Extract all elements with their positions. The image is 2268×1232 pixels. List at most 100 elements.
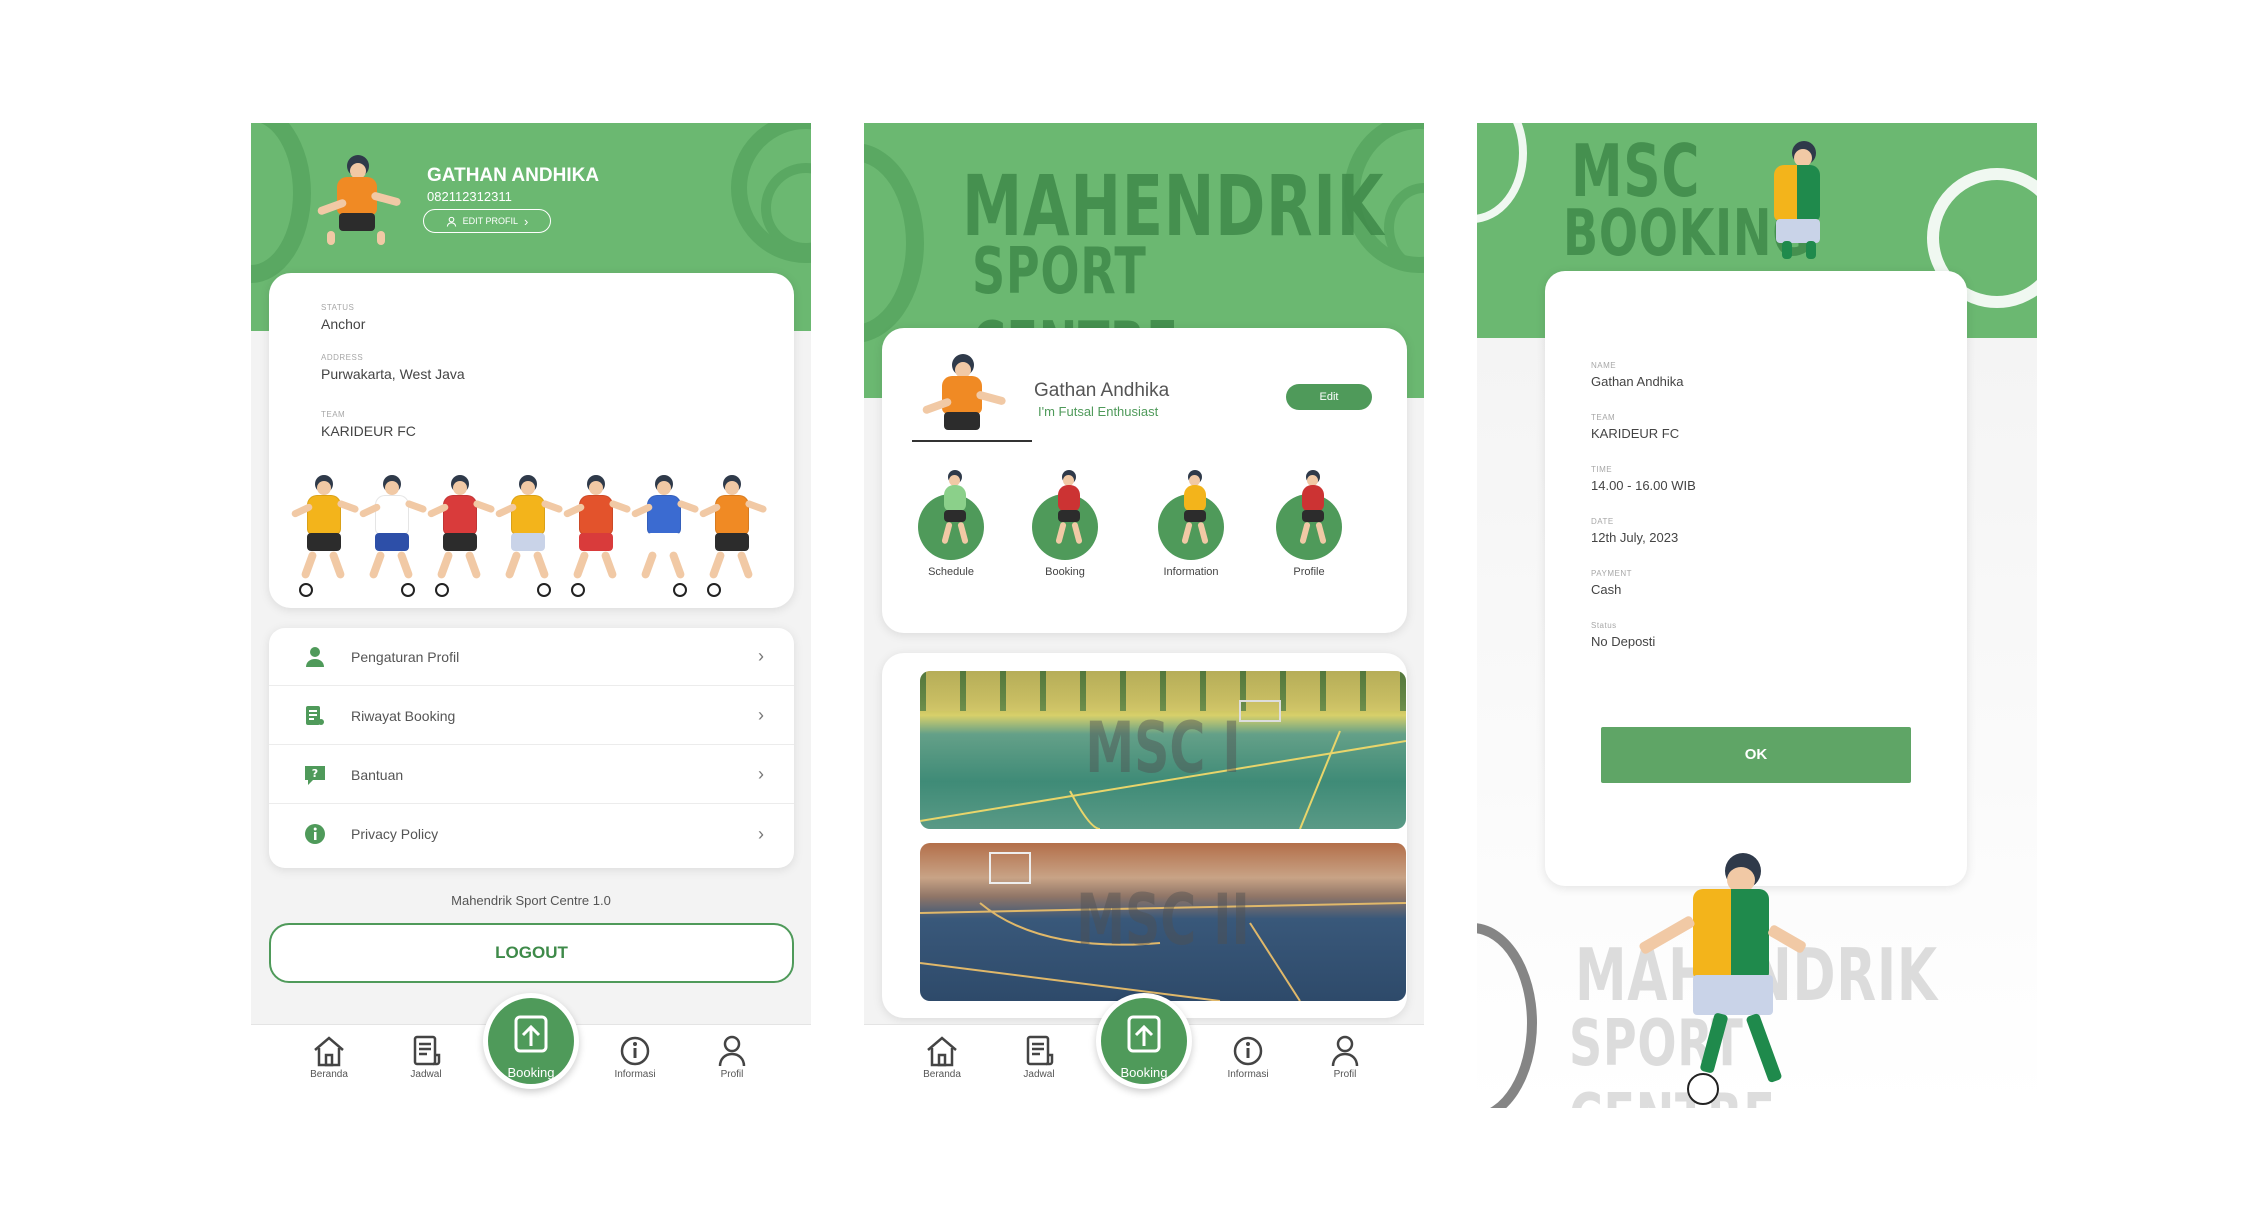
team-player <box>289 473 360 603</box>
nav-label: Booking <box>1120 1065 1168 1080</box>
help-icon: ? <box>303 763 327 787</box>
shortcut-information-button[interactable] <box>1158 470 1224 560</box>
nav-label: Beranda <box>310 1069 348 1080</box>
bottom-nav: Beranda Jadwal Booking Informasi Profil <box>864 993 1424 1108</box>
home-profile-card: Gathan Andhika I'm Futsal Enthusiast Edi… <box>882 328 1407 633</box>
menu-item-label: Privacy Policy <box>351 826 439 842</box>
menu-item-label: Riwayat Booking <box>351 707 456 724</box>
field-value: 12th July, 2023 <box>1591 530 1679 545</box>
nav-label: Jadwal <box>1023 1069 1055 1080</box>
court-label: MSC I <box>1085 707 1241 789</box>
court-card-msc2[interactable]: MSC II <box>920 843 1406 1001</box>
booking-icon <box>1127 1015 1161 1053</box>
booking-field: PAYMENT Cash <box>1591 569 1632 597</box>
edit-profile-label: EDIT PROFIL <box>462 216 518 226</box>
team-illustration <box>289 473 779 603</box>
menu-item-label: Bantuan <box>351 766 404 783</box>
chevron-right-icon: › <box>758 764 764 784</box>
home-screen: MAHENDRIK SPORT CENTRE Gathan Andhika I'… <box>864 123 1424 1108</box>
booking-icon <box>514 1015 548 1053</box>
nav-label: Profil <box>720 1069 744 1080</box>
field-value: No Deposti <box>1591 634 1656 649</box>
avatar <box>912 354 1032 444</box>
menu-item-privacy-policy[interactable]: Privacy Policy › <box>269 805 794 863</box>
team-player <box>697 473 768 603</box>
nav-booking-fab[interactable]: Booking <box>483 993 579 1089</box>
field-label: TEAM <box>1591 413 1616 422</box>
nav-booking-fab[interactable]: Booking <box>1096 993 1192 1089</box>
chevron-right-icon: › <box>758 646 764 666</box>
decor-arc <box>1477 123 1527 223</box>
user-icon <box>446 216 456 227</box>
field-label: DATE <box>1591 517 1614 526</box>
nav-label: Informasi <box>614 1069 656 1080</box>
team-player <box>493 473 564 603</box>
nav-schedule[interactable]: Jadwal <box>391 1035 461 1080</box>
profile-screen: GATHAN ANDHIKA 082112312311 EDIT PROFIL … <box>251 123 811 1108</box>
user-icon <box>303 645 327 669</box>
nav-schedule[interactable]: Jadwal <box>1004 1035 1074 1080</box>
user-tagline: I'm Futsal Enthusiast <box>1038 404 1159 419</box>
player-icon <box>934 470 974 550</box>
home-icon <box>314 1036 344 1067</box>
field-value: 14.00 - 16.00 WIB <box>1591 478 1696 493</box>
nav-profile[interactable]: Profil <box>1310 1035 1380 1080</box>
booking-field: DATE 12th July, 2023 <box>1591 517 1678 545</box>
app-version: Mahendrik Sport Centre 1.0 <box>451 893 611 908</box>
field-label: TIME <box>1591 465 1613 474</box>
chevron-right-icon: › <box>758 705 764 725</box>
nav-label: Beranda <box>923 1069 961 1080</box>
courts-card: MSC I MSC II <box>882 653 1407 1018</box>
booking-field: TIME 14.00 - 16.00 WIB <box>1591 465 1696 493</box>
nav-label: Booking <box>507 1065 555 1080</box>
team-field: TEAM KARIDEUR FC <box>321 410 416 439</box>
decor-arc <box>251 123 311 283</box>
svg-text:?: ? <box>312 767 318 780</box>
document-icon <box>303 704 327 728</box>
edit-button[interactable]: Edit <box>1286 384 1372 410</box>
nav-information[interactable]: Informasi <box>600 1035 670 1080</box>
edit-profile-button[interactable]: EDIT PROFIL › <box>423 209 551 233</box>
field-value: KARIDEUR FC <box>1591 426 1680 441</box>
avatar <box>307 155 407 245</box>
decor-arc <box>1477 923 1537 1108</box>
player-illustration-large <box>1637 853 1837 1105</box>
shortcut-label: Booking <box>1045 566 1085 578</box>
nav-information[interactable]: Informasi <box>1213 1035 1283 1080</box>
nav-home[interactable]: Beranda <box>907 1035 977 1080</box>
booking-field: Status No Deposti <box>1591 621 1655 649</box>
booking-summary-card: NAME Gathan Andhika TEAM KARIDEUR FC TIME 14.… <box>1545 271 1967 886</box>
menu-item-profile-settings[interactable]: Pengaturan Profil › <box>269 628 794 686</box>
shortcut-booking-button[interactable] <box>1032 470 1098 560</box>
info-icon <box>620 1036 650 1066</box>
chevron-right-icon: › <box>524 213 529 229</box>
document-icon <box>1026 1035 1054 1066</box>
bottom-nav: Beranda Jadwal Booking Informasi Profil <box>251 993 811 1108</box>
menu-item-help[interactable]: ? Bantuan › <box>269 746 794 804</box>
team-player <box>425 473 496 603</box>
player-icon <box>1292 470 1332 550</box>
nav-label: Informasi <box>1227 1069 1269 1080</box>
team-player <box>629 473 700 603</box>
decor-arc <box>864 143 924 343</box>
info-icon <box>1233 1036 1263 1066</box>
court-card-msc1[interactable]: MSC I <box>920 671 1406 829</box>
ok-button[interactable]: OK <box>1601 727 1911 783</box>
nav-label: Profil <box>1333 1069 1357 1080</box>
field-value: Gathan Andhika <box>1591 374 1684 389</box>
booking-confirm-screen: MSC BOOKING NAME Gathan Andhika TEAM KARIDE… <box>1477 123 2037 1108</box>
menu-item-booking-history[interactable]: Riwayat Booking › <box>269 687 794 745</box>
nav-profile[interactable]: Profil <box>697 1035 767 1080</box>
court-label: MSC II <box>1076 879 1250 961</box>
address-field: ADDRESS Purwakarta, West Java <box>321 353 465 382</box>
shortcut-label: Profile <box>1293 566 1325 578</box>
booking-field: NAME Gathan Andhika <box>1591 361 1684 389</box>
shortcut-profile-button[interactable] <box>1276 470 1342 560</box>
shortcut-schedule-button[interactable] <box>918 470 984 560</box>
user-name: Gathan Andhika <box>1034 380 1170 401</box>
team-player <box>561 473 632 603</box>
user-icon <box>1331 1035 1359 1067</box>
field-label: Status <box>1591 621 1617 630</box>
logout-button[interactable]: LOGOUT <box>269 923 794 983</box>
nav-home[interactable]: Beranda <box>294 1035 364 1080</box>
